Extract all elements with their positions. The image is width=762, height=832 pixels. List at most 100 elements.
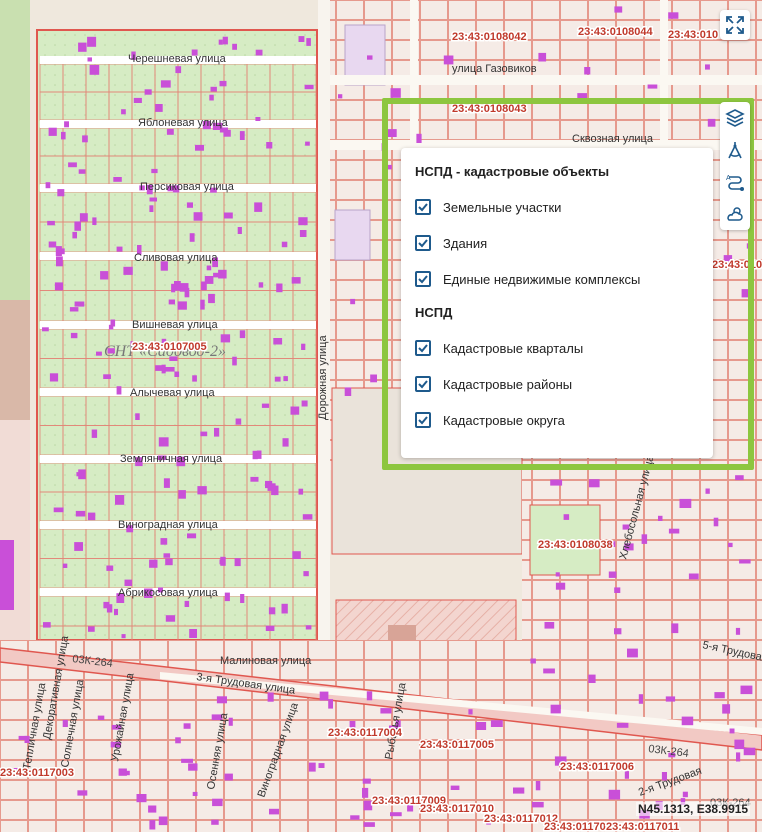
building bbox=[305, 625, 312, 630]
building bbox=[608, 789, 621, 800]
map-view[interactable]: Черешневая улица Яблоневая улица Персикова… bbox=[0, 0, 762, 832]
building bbox=[216, 696, 227, 704]
building bbox=[158, 816, 168, 826]
building bbox=[222, 36, 228, 45]
building bbox=[390, 88, 401, 98]
building bbox=[237, 227, 242, 234]
building bbox=[641, 534, 648, 544]
building bbox=[189, 629, 197, 638]
measure-button[interactable] bbox=[720, 134, 750, 166]
building bbox=[87, 36, 97, 47]
building bbox=[77, 790, 88, 796]
building bbox=[291, 277, 301, 284]
building bbox=[121, 109, 126, 115]
building bbox=[362, 778, 371, 784]
building bbox=[214, 427, 220, 437]
building bbox=[197, 486, 207, 495]
building bbox=[668, 528, 680, 534]
building bbox=[232, 356, 237, 366]
building bbox=[688, 573, 699, 580]
layer-row-quarters[interactable]: Кадастровые кварталы bbox=[415, 330, 699, 366]
building bbox=[168, 299, 175, 305]
building bbox=[274, 376, 281, 382]
checkbox-quarters[interactable] bbox=[415, 340, 431, 356]
building bbox=[658, 515, 663, 521]
building bbox=[265, 625, 275, 631]
cadastral-label: 23:43:0107005 bbox=[132, 341, 207, 353]
building bbox=[577, 93, 587, 103]
building bbox=[269, 808, 279, 815]
building bbox=[151, 168, 158, 174]
building bbox=[163, 553, 171, 558]
checkbox-okrugs[interactable] bbox=[415, 412, 431, 428]
layers-button[interactable] bbox=[720, 102, 750, 134]
building bbox=[588, 479, 600, 488]
map-toolbar: A bbox=[720, 102, 750, 230]
building bbox=[563, 514, 570, 520]
building bbox=[739, 559, 751, 564]
building bbox=[64, 121, 69, 128]
street-label: Вишневая улица bbox=[132, 319, 218, 331]
building bbox=[232, 43, 237, 50]
building bbox=[363, 822, 375, 827]
building bbox=[735, 475, 744, 481]
layer-label: Кадастровые районы bbox=[443, 376, 573, 392]
building bbox=[133, 97, 142, 103]
building bbox=[390, 812, 402, 817]
weather-button[interactable] bbox=[720, 198, 750, 230]
cadastral-label: 23:43:0108032 bbox=[712, 259, 762, 271]
building bbox=[530, 658, 536, 664]
building bbox=[240, 594, 245, 603]
building bbox=[123, 266, 133, 275]
building bbox=[234, 558, 241, 567]
checkbox-buildings[interactable] bbox=[415, 235, 431, 251]
building bbox=[74, 221, 81, 231]
layer-row-okrugs[interactable]: Кадастровые округа bbox=[415, 402, 699, 438]
building bbox=[303, 571, 309, 577]
building bbox=[239, 330, 246, 339]
building bbox=[220, 334, 231, 343]
layer-row-districts[interactable]: Кадастровые районы bbox=[415, 366, 699, 402]
building bbox=[363, 800, 373, 811]
building bbox=[108, 324, 114, 330]
checkbox-complexes[interactable] bbox=[415, 271, 431, 287]
cadastral-label: 23:43:0117004 bbox=[328, 727, 403, 739]
layer-row-buildings[interactable]: Здания bbox=[415, 225, 699, 261]
building bbox=[103, 374, 111, 379]
building bbox=[588, 674, 596, 683]
checkbox-districts[interactable] bbox=[415, 376, 431, 392]
building bbox=[53, 507, 64, 513]
building bbox=[188, 763, 198, 771]
building bbox=[268, 607, 276, 615]
building bbox=[584, 67, 591, 75]
measure-icon bbox=[728, 142, 742, 159]
building bbox=[627, 648, 638, 658]
cadastral-label: 23:43:0117003 bbox=[0, 767, 74, 779]
building bbox=[532, 801, 544, 808]
building bbox=[638, 694, 643, 704]
building bbox=[224, 592, 230, 602]
building bbox=[92, 217, 97, 225]
cadastral-label: 23:43:010 bbox=[668, 29, 718, 41]
building bbox=[740, 685, 753, 695]
building bbox=[189, 233, 195, 242]
layers-icon bbox=[725, 109, 745, 127]
checkbox-land-plots[interactable] bbox=[415, 199, 431, 215]
building bbox=[149, 559, 158, 568]
building bbox=[165, 615, 176, 622]
layer-row-complexes[interactable]: Единые недвижимые комплексы bbox=[415, 261, 699, 297]
building bbox=[729, 728, 735, 734]
building bbox=[181, 758, 193, 763]
building bbox=[224, 212, 233, 219]
layer-row-land-plots[interactable]: Земельные участки bbox=[415, 189, 699, 225]
building bbox=[543, 668, 555, 674]
route-button[interactable]: A bbox=[720, 166, 750, 198]
building bbox=[54, 282, 63, 291]
fullscreen-button[interactable] bbox=[720, 10, 750, 40]
street-label: Сквозная улица bbox=[572, 133, 654, 145]
building bbox=[367, 55, 373, 60]
layer-label: Кадастровые округа bbox=[443, 412, 565, 428]
building bbox=[49, 373, 59, 382]
building bbox=[48, 127, 57, 136]
building bbox=[267, 483, 276, 491]
